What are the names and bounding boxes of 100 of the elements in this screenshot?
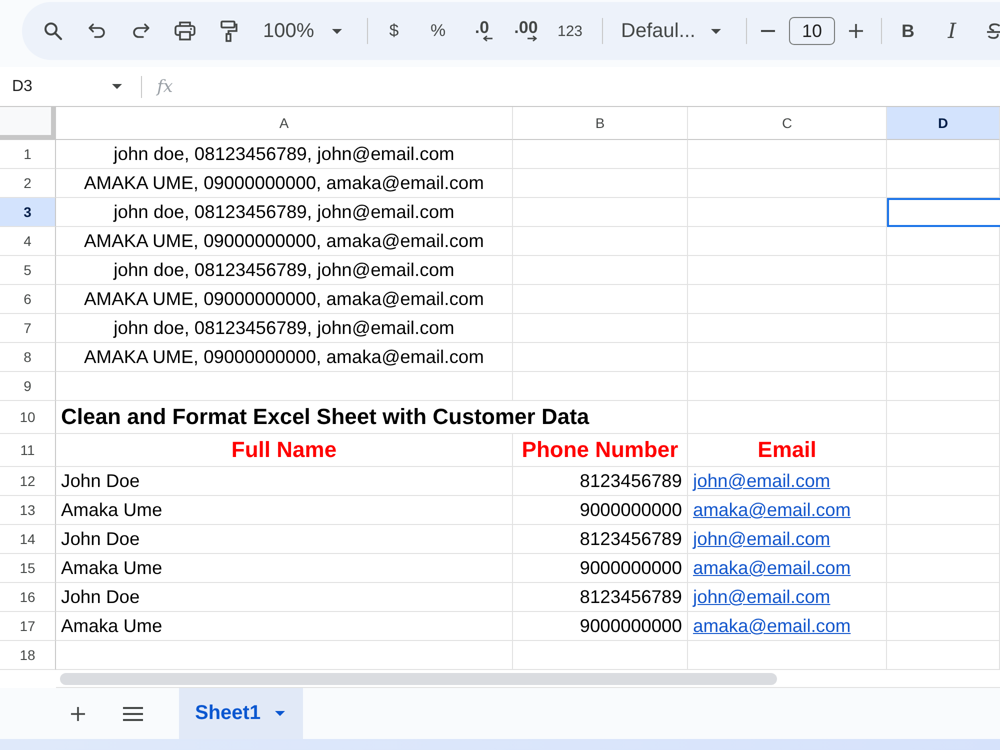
- empty-cell[interactable]: [887, 140, 1000, 169]
- sheet-tab[interactable]: Sheet1: [179, 688, 303, 739]
- row-number[interactable]: 5: [0, 256, 56, 285]
- table-cell: AMAKA UME, 09000000000, amaka@email.com: [56, 285, 513, 314]
- table-cell: john doe, 08123456789, john@email.com: [56, 256, 513, 285]
- row-number[interactable]: 15: [0, 554, 56, 583]
- empty-cell[interactable]: [513, 343, 688, 372]
- email-link[interactable]: john@email.com: [693, 470, 830, 492]
- search-icon: [43, 21, 63, 41]
- decrease-decimal-button[interactable]: .0: [462, 13, 502, 49]
- percent-button[interactable]: %: [418, 13, 458, 49]
- row-number[interactable]: 9: [0, 372, 56, 401]
- column-heading-cell: Full Name: [56, 434, 513, 467]
- empty-cell[interactable]: [513, 314, 688, 343]
- select-all-corner[interactable]: [0, 107, 56, 140]
- empty-cell[interactable]: [688, 256, 887, 285]
- email-link[interactable]: amaka@email.com: [693, 499, 851, 521]
- column-header[interactable]: B: [513, 107, 688, 140]
- email-link[interactable]: john@email.com: [693, 528, 830, 550]
- empty-cell[interactable]: [688, 169, 887, 198]
- zoom-dropdown[interactable]: 100%: [263, 13, 355, 49]
- empty-cell[interactable]: [887, 227, 1000, 256]
- empty-cell[interactable]: [688, 227, 887, 256]
- column-header[interactable]: A: [56, 107, 513, 140]
- table-cell: John Doe: [56, 525, 513, 554]
- row-number[interactable]: 4: [0, 227, 56, 256]
- empty-cell[interactable]: [887, 401, 1000, 434]
- table-cell: john doe, 08123456789, john@email.com: [56, 314, 513, 343]
- empty-cell[interactable]: [887, 583, 1000, 612]
- empty-cell[interactable]: [887, 554, 1000, 583]
- empty-cell[interactable]: [688, 285, 887, 314]
- row-number[interactable]: 8: [0, 343, 56, 372]
- empty-cell[interactable]: [887, 372, 1000, 401]
- empty-cell[interactable]: [688, 372, 887, 401]
- empty-cell[interactable]: [513, 169, 688, 198]
- row-number[interactable]: 12: [0, 467, 56, 496]
- empty-cell[interactable]: [688, 401, 887, 434]
- increase-decimal-button[interactable]: .00: [506, 13, 546, 49]
- selected-cell[interactable]: [887, 198, 1000, 227]
- right-arrow-icon: [527, 35, 537, 42]
- empty-cell[interactable]: [887, 169, 1000, 198]
- empty-cell[interactable]: [513, 227, 688, 256]
- row-number[interactable]: 3: [0, 198, 56, 227]
- row-number[interactable]: 11: [0, 434, 56, 467]
- row-number[interactable]: 14: [0, 525, 56, 554]
- empty-cell[interactable]: [688, 140, 887, 169]
- table-cell: John Doe: [56, 583, 513, 612]
- row-number[interactable]: 7: [0, 314, 56, 343]
- empty-cell[interactable]: [688, 198, 887, 227]
- empty-cell[interactable]: [887, 641, 1000, 670]
- table-cell: Amaka Ume: [56, 496, 513, 525]
- bold-button[interactable]: B: [888, 13, 928, 49]
- scrollbar-thumb[interactable]: [60, 672, 777, 684]
- minus-icon: [761, 30, 775, 32]
- row-number[interactable]: 1: [0, 140, 56, 169]
- strikethrough-icon: [987, 23, 1000, 39]
- caret-icon: [112, 84, 122, 89]
- caret-icon: [711, 28, 722, 34]
- empty-cell[interactable]: [887, 612, 1000, 641]
- row-number[interactable]: 18: [0, 641, 56, 670]
- empty-cell[interactable]: [513, 285, 688, 314]
- name-box[interactable]: D3: [0, 70, 130, 102]
- row-number[interactable]: 16: [0, 583, 56, 612]
- column-header[interactable]: D: [887, 107, 1000, 140]
- empty-cell[interactable]: [688, 343, 887, 372]
- plus-icon: [71, 706, 85, 720]
- left-arrow-icon: [483, 35, 493, 42]
- italic-button[interactable]: I: [932, 13, 972, 49]
- row-number[interactable]: 17: [0, 612, 56, 641]
- empty-cell[interactable]: [887, 467, 1000, 496]
- empty-cell[interactable]: [513, 641, 688, 670]
- menu-icon: [123, 706, 143, 720]
- empty-cell[interactable]: [513, 372, 688, 401]
- row-number[interactable]: 10: [0, 401, 56, 434]
- table-cell: john doe, 08123456789, john@email.com: [56, 198, 513, 227]
- empty-cell[interactable]: [887, 496, 1000, 525]
- empty-cell[interactable]: [513, 198, 688, 227]
- empty-cell[interactable]: [513, 256, 688, 285]
- currency-button[interactable]: $: [374, 13, 414, 49]
- email-link[interactable]: amaka@email.com: [693, 615, 851, 637]
- empty-cell[interactable]: [688, 641, 887, 670]
- empty-cell[interactable]: [513, 140, 688, 169]
- empty-cell[interactable]: [688, 314, 887, 343]
- email-link[interactable]: john@email.com: [693, 586, 830, 608]
- font-dropdown[interactable]: Defaul...: [621, 13, 733, 49]
- number-format-button[interactable]: 123: [550, 13, 590, 49]
- redo-icon: [132, 23, 150, 39]
- empty-cell[interactable]: [887, 314, 1000, 343]
- email-link[interactable]: amaka@email.com: [693, 557, 851, 579]
- plus-icon: [849, 24, 863, 38]
- empty-cell[interactable]: [887, 343, 1000, 372]
- row-number[interactable]: 6: [0, 285, 56, 314]
- row-number[interactable]: 2: [0, 169, 56, 198]
- column-header[interactable]: C: [688, 107, 887, 140]
- empty-cell[interactable]: [887, 434, 1000, 467]
- row-number[interactable]: 13: [0, 496, 56, 525]
- font-size-field[interactable]: 10: [789, 17, 835, 45]
- empty-cell[interactable]: [887, 256, 1000, 285]
- empty-cell[interactable]: [887, 525, 1000, 554]
- empty-cell[interactable]: [887, 285, 1000, 314]
